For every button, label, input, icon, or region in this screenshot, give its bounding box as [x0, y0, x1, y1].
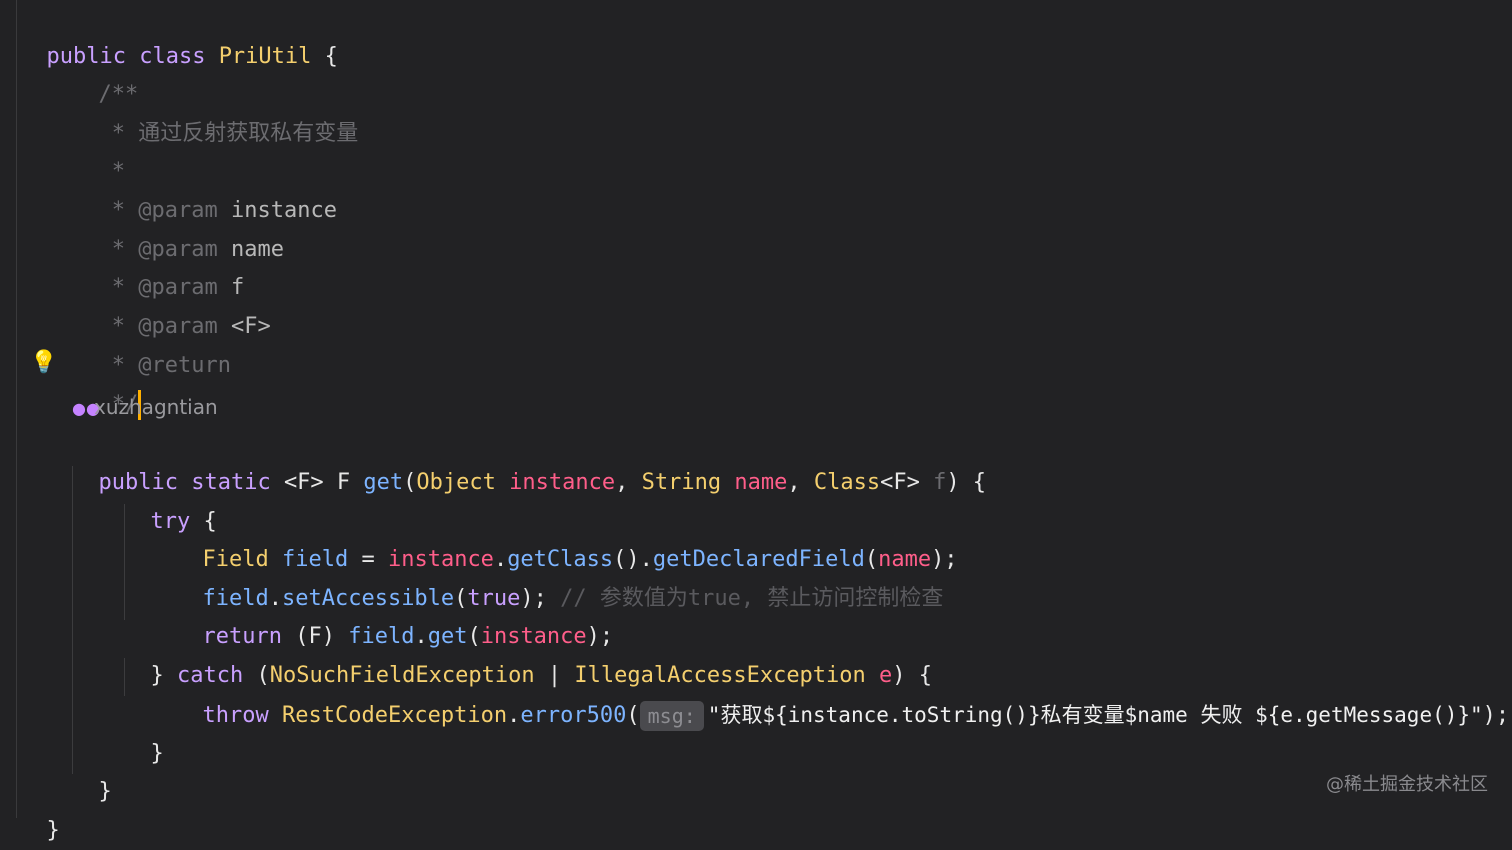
lightbulb-icon[interactable]: 💡 [30, 349, 58, 377]
code-line-2[interactable]: /** [72, 38, 139, 107]
doc-tag: @return [138, 353, 231, 378]
watermark: @稀土掘金技术社区 [1326, 774, 1488, 795]
line-comment: // 参数值为true, 禁止访问控制检查 [560, 586, 944, 611]
code-line-10[interactable]: */ [72, 348, 142, 420]
punctuation: ); [1482, 703, 1510, 728]
keyword: throw [202, 703, 269, 728]
parameter: instance [509, 470, 616, 495]
class-name: PriUtil [218, 44, 312, 69]
code-line-16[interactable]: } catch (NoSuchFieldException | IllegalA… [124, 619, 933, 688]
code-line-6[interactable]: * @param name [72, 193, 284, 262]
code-line-3[interactable]: * 通过反射获取私有变量 [72, 77, 359, 146]
method-call: error500 [520, 703, 627, 728]
punctuation: { [311, 44, 338, 69]
punctuation: , [615, 470, 642, 495]
method-name: get [363, 470, 404, 495]
indent-guide [72, 466, 73, 774]
closing-brace: } [150, 741, 164, 766]
punctuation: ) { [946, 470, 987, 495]
codelens-author[interactable]: ●●xuzhagntian [72, 392, 218, 422]
doc-comment: * 通过反射获取私有变量 [98, 121, 359, 146]
code-line-9[interactable]: * @return [72, 309, 231, 378]
code-line-18[interactable]: } [124, 697, 164, 766]
code-line-14[interactable]: field.setAccessible(true); // 参数值为true, … [176, 542, 944, 611]
code-line-17[interactable]: throw RestCodeException.error500(msg: "获取… [176, 658, 1509, 731]
codelens-author-name: xuzhagntian [94, 395, 218, 419]
code-line-20[interactable]: } [20, 774, 60, 843]
punctuation: ( [403, 470, 417, 495]
code-line-19[interactable]: } [72, 735, 112, 804]
punctuation: . [507, 703, 521, 728]
type-name: Class [813, 470, 881, 495]
generic-type: <F> F [283, 470, 364, 495]
code-line-1[interactable]: public class PriUtil { [20, 0, 338, 69]
closing-brace: } [46, 818, 60, 843]
type-name: String [641, 470, 722, 495]
punctuation: } [150, 663, 177, 688]
code-line-15[interactable]: return (F) field.get(instance); [176, 580, 614, 649]
parameter-hint: msg: [639, 701, 704, 731]
unused-parameter: f [933, 470, 947, 495]
parameter: name [734, 470, 788, 495]
code-line-5[interactable]: * @param instance [72, 154, 337, 223]
punctuation: , [787, 470, 814, 495]
closing-brace: } [98, 779, 112, 804]
string-literal: "获取${instance.toString()}私有变量$name 失败 ${… [707, 703, 1483, 727]
code-line-8[interactable]: * @param <F> [72, 270, 271, 339]
code-line-4[interactable]: * [72, 115, 125, 184]
people-icon: ●● [72, 399, 100, 418]
code-line-11[interactable]: public static <F> F get(Object instance,… [72, 426, 987, 495]
type-name: RestCodeException [281, 703, 508, 728]
code-line-12[interactable]: try { [124, 465, 217, 534]
code-line-13[interactable]: Field field = instance.getClass().getDec… [176, 503, 958, 572]
punctuation: ( [626, 703, 640, 728]
editor-gutter-border [16, 0, 17, 818]
generic-type: <F> [880, 470, 934, 495]
type-name: Object [416, 470, 496, 495]
code-line-7[interactable]: * @param f [72, 231, 245, 300]
